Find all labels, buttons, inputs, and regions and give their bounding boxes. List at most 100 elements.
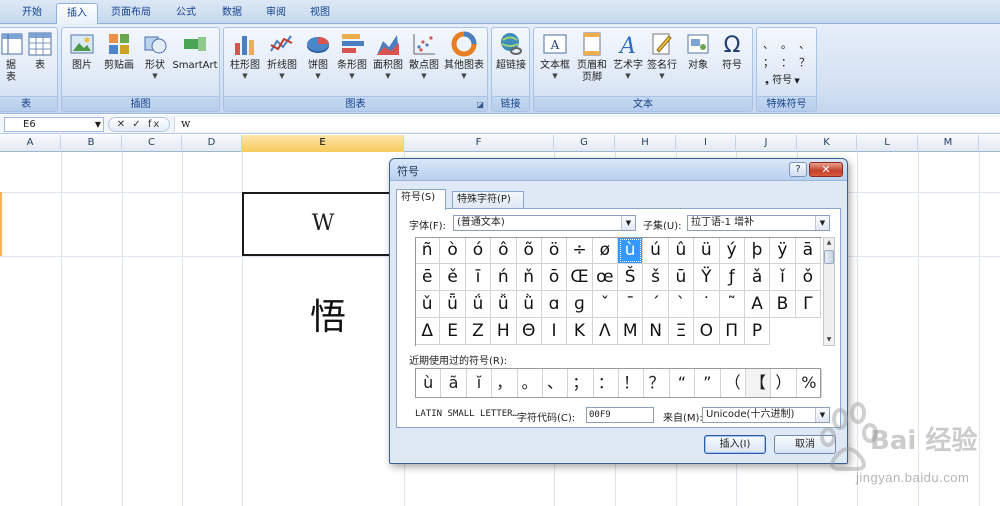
symbol-cell[interactable]: Ι [541,318,568,345]
header-footer-button[interactable]: 页眉和 页脚 [574,31,610,84]
line-chart-button[interactable]: 折线图 ▼ [264,31,300,81]
symbol-cell[interactable]: ˇ [592,291,618,318]
recent-symbol-cell[interactable]: ： [594,369,619,397]
special-symbol-dropdown[interactable]: ❟ 符号 ▼ [765,71,800,86]
tab-formulas[interactable]: 公式 [164,3,208,24]
symbol-cell[interactable]: š [643,264,669,291]
character-code-input[interactable]: 00F9 [586,407,654,423]
column-header-l[interactable]: L [857,135,918,152]
name-box-dropdown-icon[interactable]: ▼ [95,118,101,131]
symbol-button[interactable]: Ω 符号 [714,31,750,72]
subset-dropdown-icon[interactable]: ▼ [815,216,829,230]
tab-home[interactable]: 开始 [10,3,54,24]
scroll-up-icon[interactable]: ▲ [824,238,834,248]
from-select[interactable]: Unicode(十六进制) ▼ [702,407,830,423]
symbol-cell[interactable]: Γ [795,291,821,318]
symbol-cell[interactable]: Θ [516,318,542,345]
recent-symbol-cell[interactable]: 。 [518,369,543,397]
symbol-cell[interactable]: ÷ [567,237,593,264]
formula-buttons[interactable]: ✕ ✓ fx [108,117,170,132]
column-header-g[interactable]: G [554,135,615,152]
symbol-cell[interactable]: ô [491,237,517,264]
recent-symbol-cell[interactable]: ã [441,369,467,397]
symbol-cell[interactable]: ǚ [491,291,517,318]
symbol-cell[interactable]: ń [491,264,517,291]
symbol-cell[interactable]: þ [744,237,771,264]
symbol-cell[interactable]: ň [516,264,542,291]
symbol-cell[interactable]: Δ [415,318,441,345]
cancel-button[interactable]: 取消 [774,435,836,454]
symbol-cell[interactable]: Λ [592,318,618,345]
symbol-cell[interactable]: ˉ [618,291,644,318]
column-header-e[interactable]: E [242,135,404,152]
recent-symbol-cell[interactable]: ！ [619,369,645,397]
recent-symbol-cell[interactable]: ？ [644,369,670,397]
symbol-cell[interactable]: Š [618,264,644,291]
recent-symbol-cell[interactable]: “ [670,369,696,397]
dialog-title-bar[interactable]: 符号 ? ✕ [390,159,847,181]
recent-symbol-cell[interactable]: ” [695,369,721,397]
charts-dialog-launcher-icon[interactable]: ◪ [476,100,484,109]
close-button[interactable]: ✕ [809,162,843,177]
symbol-cell[interactable]: Ζ [465,318,492,345]
scroll-thumb[interactable] [824,250,834,264]
symbol-cell[interactable]: Ο [694,318,720,345]
symbol-cell[interactable]: Η [491,318,517,345]
cell-large-character[interactable]: 悟 [298,288,358,340]
shapes-button[interactable]: 形状 ▼ [140,31,170,81]
area-chart-button[interactable]: 面积图 ▼ [370,31,406,81]
symbol-cell[interactable]: Ξ [668,318,695,345]
name-box[interactable]: E6 ▼ [4,117,104,132]
clipart-button[interactable]: 剪贴画 [100,31,138,72]
symbol-cell[interactable]: ò [440,237,466,264]
symbol-cell[interactable]: ā [795,237,821,264]
symbol-cell[interactable]: ˜ [719,291,745,318]
symbol-cell[interactable]: ē [415,264,441,291]
symbol-cell[interactable]: ō [541,264,568,291]
recent-symbol-cell[interactable]: ĭ [467,369,493,397]
recent-symbol-cell[interactable]: （ [721,369,746,397]
symbol-cell[interactable]: Ÿ [694,264,720,291]
recent-symbol-cell[interactable]: ù [416,369,442,397]
other-charts-button[interactable]: 其他图表 ▼ [442,31,486,81]
formula-input[interactable]: w [174,117,1000,132]
symbol-cell[interactable]: û [668,237,695,264]
column-header-k[interactable]: K [797,135,857,152]
font-dropdown-icon[interactable]: ▼ [621,216,635,230]
symbol-cell[interactable]: Β [770,291,796,318]
cell-e6[interactable]: W [242,192,404,256]
tab-data[interactable]: 数据 [212,3,252,24]
symbol-cell[interactable]: ɑ [541,291,568,318]
column-header-b[interactable]: B [61,135,122,152]
tab-page-layout[interactable]: 页面布局 [102,3,160,24]
wordart-button[interactable]: A 艺术字 ▼ [610,31,646,81]
picture-button[interactable]: 图片 [66,31,98,72]
column-header-d[interactable]: D [182,135,242,152]
symbol-cell[interactable]: ó [465,237,492,264]
symbol-cell[interactable]: ü [694,237,720,264]
symbol-cell[interactable]: ǎ [744,264,771,291]
symbol-cell[interactable]: ý [719,237,745,264]
column-header-f[interactable]: F [404,135,554,152]
symbol-cell[interactable]: ǐ [770,264,796,291]
symbol-cell[interactable]: ö [541,237,568,264]
column-header-j[interactable]: J [736,135,797,152]
symbol-cell[interactable]: Α [744,291,771,318]
scatter-chart-button[interactable]: 散点图 ▼ [406,31,442,81]
textbox-button[interactable]: A 文本框 ▼ [537,31,573,81]
symbol-cell[interactable]: ī [465,264,492,291]
symbol-cell[interactable]: ɡ [567,291,593,318]
hyperlink-button[interactable]: 超链接 [493,31,529,72]
symbol-cell[interactable]: ǖ [440,291,466,318]
symbol-cell[interactable]: ǒ [795,264,821,291]
tab-special-characters[interactable]: 特殊字符(P) [452,191,524,209]
symbol-cell[interactable]: ǜ [516,291,542,318]
tab-symbols[interactable]: 符号(S) [396,189,446,210]
column-header-m[interactable]: M [918,135,979,152]
symbol-cell[interactable]: ˙ [694,291,720,318]
column-chart-button[interactable]: 柱形图 ▼ [227,31,263,81]
table-button[interactable]: 表 [25,31,55,72]
recent-symbol-cell[interactable]: ， [492,369,518,397]
symbol-cell[interactable]: ū [668,264,695,291]
symbol-cell[interactable]: ǔ [415,291,441,318]
